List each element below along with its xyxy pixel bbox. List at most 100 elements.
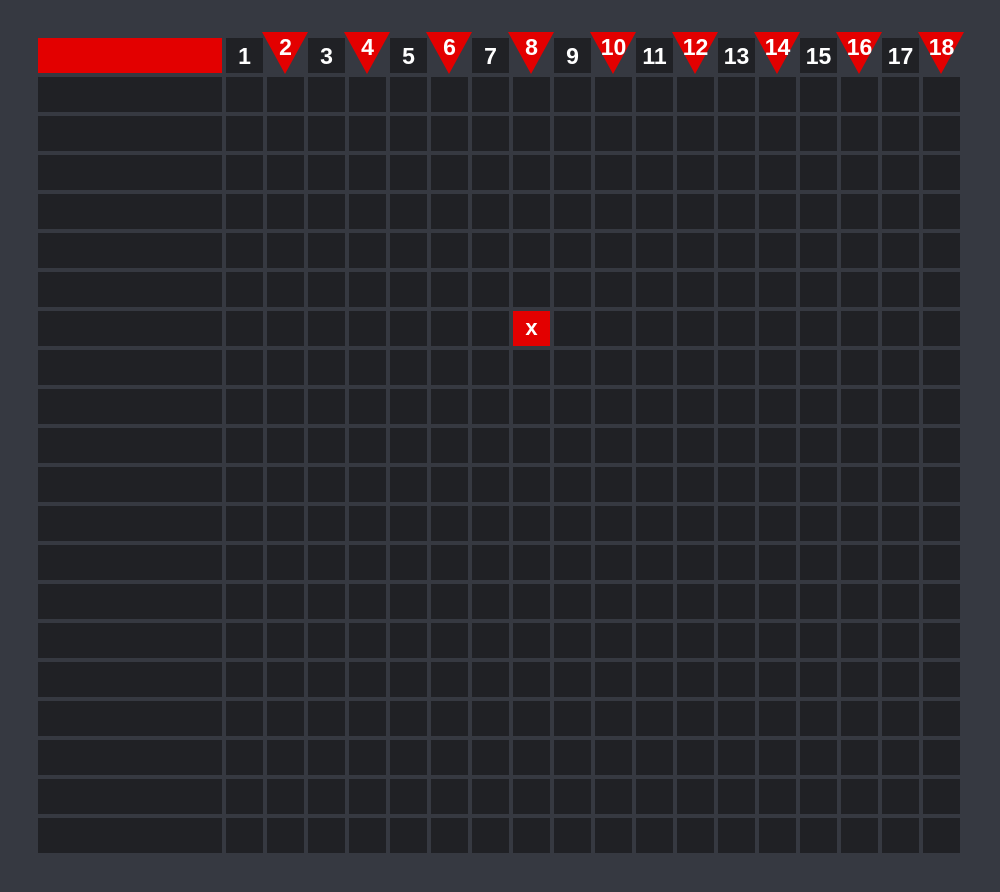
grid-cell[interactable] (636, 155, 673, 190)
column-header-16[interactable]: 16 (836, 32, 882, 74)
grid-cell[interactable] (677, 584, 714, 619)
grid-cell[interactable] (800, 77, 837, 112)
row-label-10[interactable] (38, 428, 222, 463)
grid-cell[interactable] (595, 740, 632, 775)
grid-cell[interactable] (677, 311, 714, 346)
grid-cell[interactable] (349, 233, 386, 268)
grid-cell[interactable] (923, 116, 960, 151)
grid-cell[interactable] (759, 623, 796, 658)
grid-cell[interactable] (554, 740, 591, 775)
grid-cell[interactable] (800, 155, 837, 190)
grid-cell[interactable] (841, 779, 878, 814)
grid-cell[interactable] (759, 467, 796, 502)
grid-cell[interactable] (308, 701, 345, 736)
grid-cell[interactable] (513, 506, 550, 541)
column-header-4[interactable]: 4 (344, 32, 390, 74)
column-header-1[interactable]: 1 (226, 32, 263, 74)
row-label-19[interactable] (38, 779, 222, 814)
grid-cell[interactable] (390, 311, 427, 346)
grid-cell[interactable] (636, 194, 673, 229)
grid-cell[interactable] (718, 818, 755, 853)
grid-cell[interactable] (472, 506, 509, 541)
grid-cell[interactable] (882, 506, 919, 541)
grid-cell[interactable] (349, 272, 386, 307)
grid-cell[interactable] (882, 467, 919, 502)
grid-cell[interactable] (390, 779, 427, 814)
grid-cell[interactable] (513, 740, 550, 775)
grid-cell[interactable] (800, 467, 837, 502)
grid-cell[interactable] (513, 77, 550, 112)
grid-cell[interactable] (472, 740, 509, 775)
grid-cell[interactable] (677, 233, 714, 268)
row-label-17[interactable] (38, 701, 222, 736)
grid-cell[interactable] (718, 584, 755, 619)
grid-cell[interactable] (595, 818, 632, 853)
row-label-9[interactable] (38, 389, 222, 424)
grid-cell[interactable] (718, 701, 755, 736)
grid-cell[interactable] (226, 545, 263, 580)
grid-cell[interactable] (718, 155, 755, 190)
grid-cell[interactable] (431, 467, 468, 502)
grid-cell[interactable] (595, 350, 632, 385)
grid-cell[interactable] (923, 584, 960, 619)
grid-cell[interactable] (513, 779, 550, 814)
grid-cell[interactable] (718, 623, 755, 658)
row-label-2[interactable] (38, 116, 222, 151)
grid-cell[interactable] (800, 818, 837, 853)
grid-cell[interactable] (390, 467, 427, 502)
column-header-12[interactable]: 12 (672, 32, 718, 74)
grid-cell[interactable] (390, 233, 427, 268)
grid-cell[interactable] (267, 506, 304, 541)
grid-cell[interactable] (513, 662, 550, 697)
grid-cell[interactable] (841, 740, 878, 775)
grid-cell[interactable] (759, 116, 796, 151)
grid-cell[interactable] (267, 701, 304, 736)
grid-cell[interactable] (349, 311, 386, 346)
grid-cell[interactable] (226, 623, 263, 658)
grid-cell[interactable] (267, 818, 304, 853)
column-header-10[interactable]: 10 (590, 32, 636, 74)
grid-cell[interactable] (431, 350, 468, 385)
grid-cell[interactable] (472, 779, 509, 814)
grid-cell[interactable] (472, 701, 509, 736)
grid-cell[interactable] (431, 662, 468, 697)
grid-cell[interactable] (513, 350, 550, 385)
grid-cell[interactable] (431, 116, 468, 151)
grid-cell[interactable] (226, 740, 263, 775)
grid-cell[interactable] (718, 428, 755, 463)
grid-cell[interactable] (472, 116, 509, 151)
grid-cell[interactable] (882, 584, 919, 619)
grid-cell[interactable] (308, 545, 345, 580)
grid-cell[interactable] (923, 506, 960, 541)
grid-cell[interactable] (677, 77, 714, 112)
grid-cell[interactable] (390, 272, 427, 307)
grid-cell[interactable] (554, 389, 591, 424)
grid-cell[interactable] (349, 506, 386, 541)
grid-cell[interactable] (513, 818, 550, 853)
grid-cell[interactable] (349, 545, 386, 580)
grid-cell[interactable] (841, 116, 878, 151)
grid-cell[interactable] (636, 389, 673, 424)
grid-cell[interactable] (554, 779, 591, 814)
grid-cell[interactable] (308, 662, 345, 697)
row-label-8[interactable] (38, 350, 222, 385)
grid-cell[interactable] (267, 623, 304, 658)
grid-cell[interactable] (923, 779, 960, 814)
grid-cell[interactable] (226, 428, 263, 463)
grid-cell[interactable] (800, 350, 837, 385)
grid-cell[interactable] (431, 506, 468, 541)
grid-cell[interactable] (636, 311, 673, 346)
grid-cell[interactable] (800, 584, 837, 619)
grid-cell[interactable] (882, 818, 919, 853)
grid-cell[interactable] (759, 818, 796, 853)
grid-cell[interactable] (677, 428, 714, 463)
column-header-3[interactable]: 3 (308, 32, 345, 74)
grid-cell[interactable] (718, 77, 755, 112)
grid-cell[interactable] (431, 233, 468, 268)
grid-cell[interactable] (472, 389, 509, 424)
grid-cell[interactable] (226, 311, 263, 346)
grid-cell[interactable] (677, 194, 714, 229)
grid-cell[interactable] (677, 662, 714, 697)
grid-cell[interactable] (677, 818, 714, 853)
grid-cell[interactable] (390, 155, 427, 190)
